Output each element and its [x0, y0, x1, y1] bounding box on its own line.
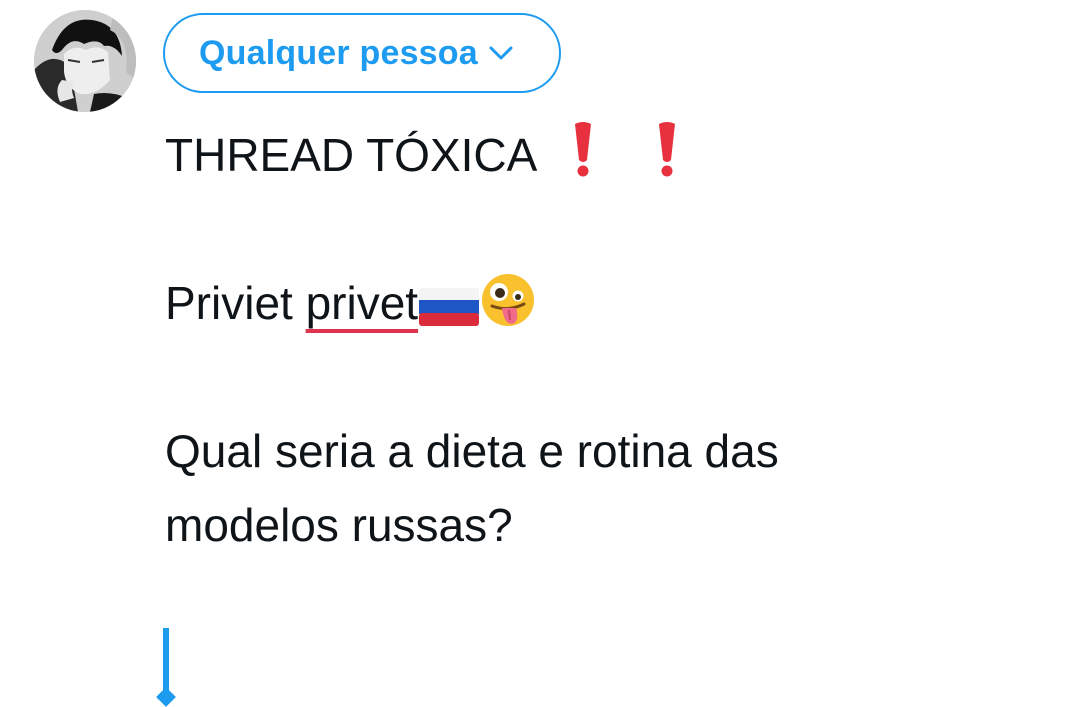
avatar[interactable] — [34, 10, 136, 112]
russia-flag-icon — [418, 275, 480, 349]
audience-selector-button[interactable]: Qualquer pessoa — [163, 13, 561, 93]
red-exclamation-icon — [650, 120, 684, 201]
zany-face-icon — [480, 272, 536, 349]
cursor-handle[interactable] — [156, 687, 176, 707]
tweet-text-area[interactable]: THREAD TÓXICA Priviet privet Qual seria … — [165, 118, 1045, 562]
text-line-2: Priviet privet — [165, 266, 1045, 340]
chevron-down-icon — [488, 45, 514, 61]
text-line-4: modelos russas? — [165, 499, 513, 551]
text-line-3: Qual seria a dieta e rotina das — [165, 425, 779, 477]
greeting-word: Priviet — [165, 277, 293, 329]
text-line-1: THREAD TÓXICA — [165, 118, 1045, 192]
thread-title-text: THREAD TÓXICA — [165, 129, 535, 181]
red-exclamation-icon — [566, 120, 600, 201]
audience-label: Qualquer pessoa — [199, 33, 478, 72]
misspelled-word[interactable]: privet — [306, 277, 418, 329]
